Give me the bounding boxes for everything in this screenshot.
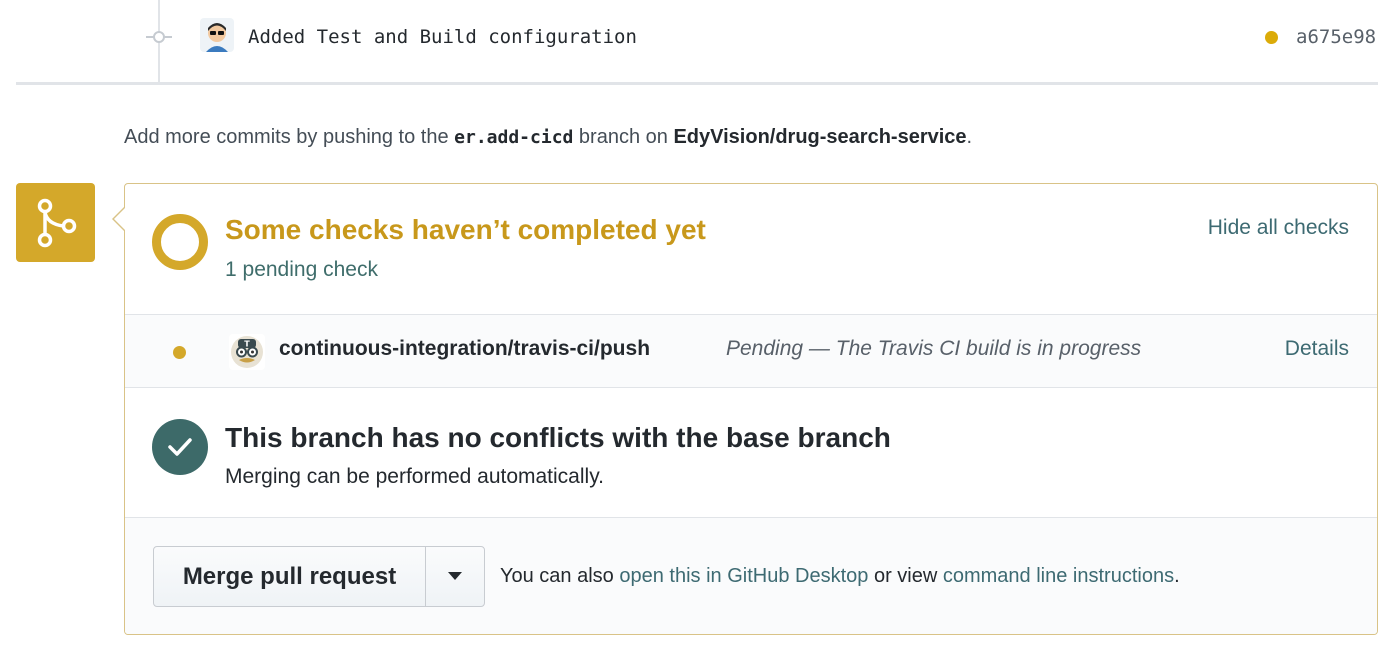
checks-title: Some checks haven’t completed yet xyxy=(225,214,706,245)
merge-hint: You can also open this in GitHub Desktop… xyxy=(500,565,1180,588)
merge-hint-prefix: You can also xyxy=(500,565,620,587)
check-description: Pending — The Travis CI build is in prog… xyxy=(726,337,1142,360)
pending-status-icon xyxy=(152,214,208,270)
check-details-link[interactable]: Details xyxy=(1285,337,1349,361)
status-check-row: T continuous-integration/travis-ci/push … xyxy=(125,314,1377,388)
merge-button-group: Merge pull request xyxy=(153,546,485,607)
divider xyxy=(16,82,1378,85)
conflicts-subtitle: Merging can be performed automatically. xyxy=(225,465,604,488)
hide-all-checks-link[interactable]: Hide all checks xyxy=(1208,216,1349,240)
check-context: continuous-integration/travis-ci/push xyxy=(279,337,651,360)
repo-name: EdyVision/drug-search-service xyxy=(673,126,967,148)
commit-sha[interactable]: a675e98 xyxy=(1296,26,1376,48)
merge-status-box: Some checks haven’t completed yet 1 pend… xyxy=(124,183,1378,635)
checks-subtitle: 1 pending check xyxy=(225,258,378,281)
commit-author-avatar[interactable] xyxy=(200,18,234,52)
merge-pull-request-button[interactable]: Merge pull request xyxy=(154,547,426,606)
travis-ci-avatar: T xyxy=(229,334,265,370)
push-hint-prefix: Add more commits by pushing to the xyxy=(124,126,455,148)
commit-status-dot[interactable] xyxy=(1265,31,1278,44)
commit-message[interactable]: Added Test and Build configuration xyxy=(248,26,637,48)
git-merge-icon xyxy=(16,183,95,262)
push-hint: Add more commits by pushing to the er.ad… xyxy=(124,126,972,149)
git-commit-icon xyxy=(146,27,172,47)
checks-summary: Some checks haven’t completed yet 1 pend… xyxy=(125,184,1377,314)
merge-method-dropdown[interactable] xyxy=(426,547,484,606)
merge-actions: Merge pull request You can also open thi… xyxy=(125,518,1377,634)
merge-hint-middle: or view xyxy=(868,565,943,587)
command-line-instructions-link[interactable]: command line instructions xyxy=(943,565,1174,587)
push-hint-middle: branch on xyxy=(573,126,674,148)
svg-text:T: T xyxy=(244,340,250,349)
check-icon xyxy=(152,419,208,475)
conflicts-title: This branch has no conflicts with the ba… xyxy=(225,422,891,453)
merge-conflicts-status: This branch has no conflicts with the ba… xyxy=(125,388,1377,518)
open-in-desktop-link[interactable]: open this in GitHub Desktop xyxy=(619,565,868,587)
push-hint-suffix: . xyxy=(966,126,973,148)
branch-name: er.add-cicd xyxy=(454,127,574,148)
box-caret-inner xyxy=(114,207,126,231)
pending-dot-icon xyxy=(173,346,186,359)
triangle-down-icon xyxy=(448,572,462,580)
merge-hint-suffix: . xyxy=(1174,565,1180,587)
